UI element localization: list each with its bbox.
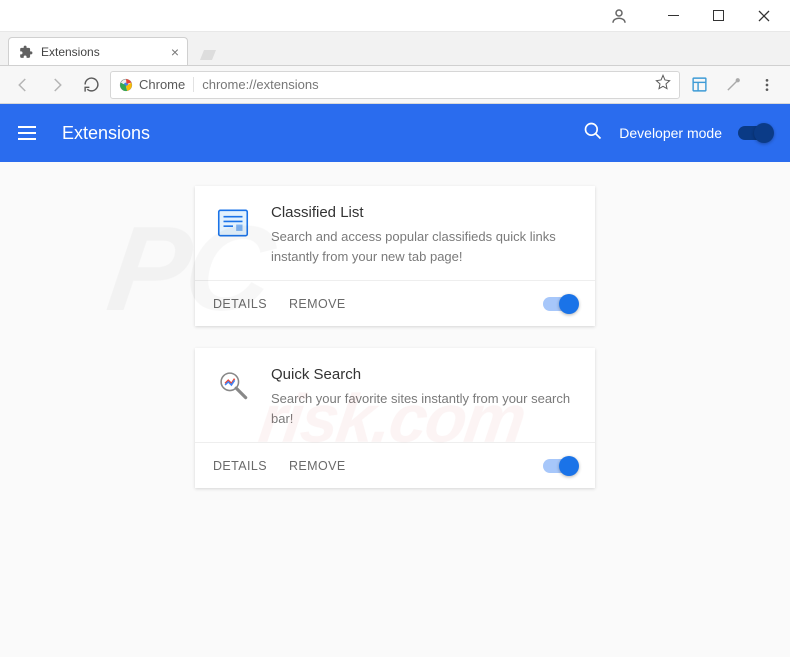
- extensions-header: Extensions Developer mode: [0, 104, 790, 162]
- reload-button[interactable]: [76, 70, 106, 100]
- maximize-button[interactable]: [696, 1, 741, 31]
- newspaper-icon: [213, 204, 253, 244]
- tab-title: Extensions: [41, 45, 100, 59]
- site-identity[interactable]: Chrome: [119, 77, 194, 92]
- chrome-icon: [119, 78, 133, 92]
- page-content: Extensions Developer mode Classified Lis…: [0, 104, 790, 657]
- extension-card: Quick Search Search your favorite sites …: [195, 348, 595, 488]
- extensions-list: Classified List Search and access popula…: [0, 162, 790, 657]
- minimize-button[interactable]: [651, 1, 696, 31]
- enable-toggle[interactable]: [543, 459, 577, 473]
- magnifier-icon: [213, 366, 253, 406]
- new-tab-button[interactable]: [194, 45, 222, 65]
- remove-button[interactable]: REMOVE: [289, 459, 346, 473]
- enable-toggle[interactable]: [543, 297, 577, 311]
- panel-icon[interactable]: [684, 70, 714, 100]
- tab-close-icon[interactable]: ×: [171, 44, 179, 60]
- menu-icon[interactable]: [18, 121, 42, 145]
- browser-toolbar: Chrome chrome://extensions: [0, 66, 790, 104]
- puzzle-icon: [19, 45, 33, 59]
- remove-button[interactable]: REMOVE: [289, 297, 346, 311]
- forward-button[interactable]: [42, 70, 72, 100]
- bookmark-star-icon[interactable]: [655, 74, 671, 95]
- browser-tab[interactable]: Extensions ×: [8, 37, 188, 65]
- back-button[interactable]: [8, 70, 38, 100]
- close-window-button[interactable]: [741, 1, 786, 31]
- developer-mode-toggle[interactable]: [738, 126, 772, 140]
- extension-description: Search your favorite sites instantly fro…: [271, 389, 577, 428]
- window-titlebar: [0, 0, 790, 32]
- details-button[interactable]: DETAILS: [213, 297, 267, 311]
- search-icon[interactable]: [583, 121, 603, 146]
- url-text: chrome://extensions: [202, 77, 647, 92]
- details-button[interactable]: DETAILS: [213, 459, 267, 473]
- user-account-icon[interactable]: [596, 1, 641, 31]
- extension-name: Classified List: [271, 204, 577, 221]
- extension-toolbar-icon[interactable]: [718, 70, 748, 100]
- page-title: Extensions: [62, 123, 583, 144]
- extension-description: Search and access popular classifieds qu…: [271, 227, 577, 266]
- address-bar[interactable]: Chrome chrome://extensions: [110, 71, 680, 99]
- developer-mode-label: Developer mode: [619, 125, 722, 141]
- tab-strip: Extensions ×: [0, 32, 790, 66]
- menu-button[interactable]: [752, 70, 782, 100]
- extension-card: Classified List Search and access popula…: [195, 186, 595, 326]
- extension-name: Quick Search: [271, 366, 577, 383]
- site-label: Chrome: [139, 77, 185, 92]
